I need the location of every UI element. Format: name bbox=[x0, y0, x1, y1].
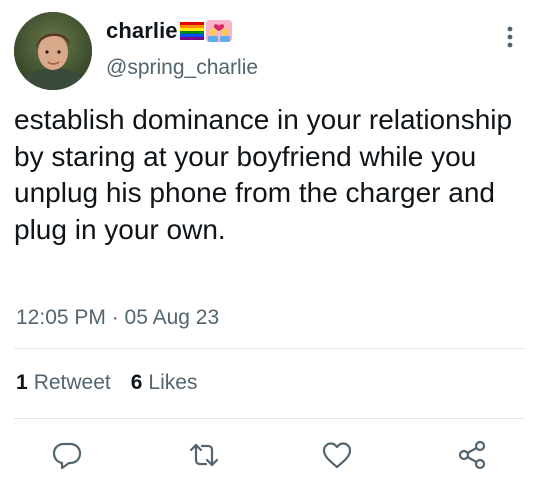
tweet-text: establish dominance in your relationship… bbox=[14, 104, 513, 245]
two-men-heart-emoji bbox=[205, 20, 232, 42]
retweet-label: Retweet bbox=[33, 371, 111, 394]
likes-count: 6 bbox=[130, 371, 143, 394]
author-display-name[interactable]: charlie bbox=[106, 18, 178, 44]
more-options-icon[interactable] bbox=[500, 24, 520, 50]
rainbow-flag-emoji bbox=[179, 20, 205, 42]
divider bbox=[14, 418, 525, 419]
retweet-stat[interactable]: 1 Retweet bbox=[16, 371, 111, 395]
author-name-row[interactable]: charlie bbox=[106, 16, 232, 46]
share-icon[interactable] bbox=[455, 438, 489, 472]
like-icon[interactable] bbox=[320, 438, 354, 472]
tweet-detail: charlie @spring_charlie establish domina… bbox=[0, 0, 540, 501]
profile-photo bbox=[14, 12, 92, 90]
retweet-count: 1 bbox=[16, 371, 28, 394]
avatar[interactable] bbox=[14, 12, 92, 90]
reply-icon[interactable] bbox=[50, 438, 84, 472]
divider bbox=[14, 348, 525, 349]
likes-label: Likes bbox=[148, 371, 198, 394]
retweet-icon[interactable] bbox=[187, 438, 221, 472]
likes-stat[interactable]: 6 Likes bbox=[131, 371, 198, 395]
tweet-timestamp[interactable]: 12:05 PM · 05 Aug 23 bbox=[16, 306, 219, 330]
tweet-stats: 1 Retweet 6 Likes bbox=[16, 371, 197, 395]
author-handle[interactable]: @spring_charlie bbox=[106, 56, 258, 80]
